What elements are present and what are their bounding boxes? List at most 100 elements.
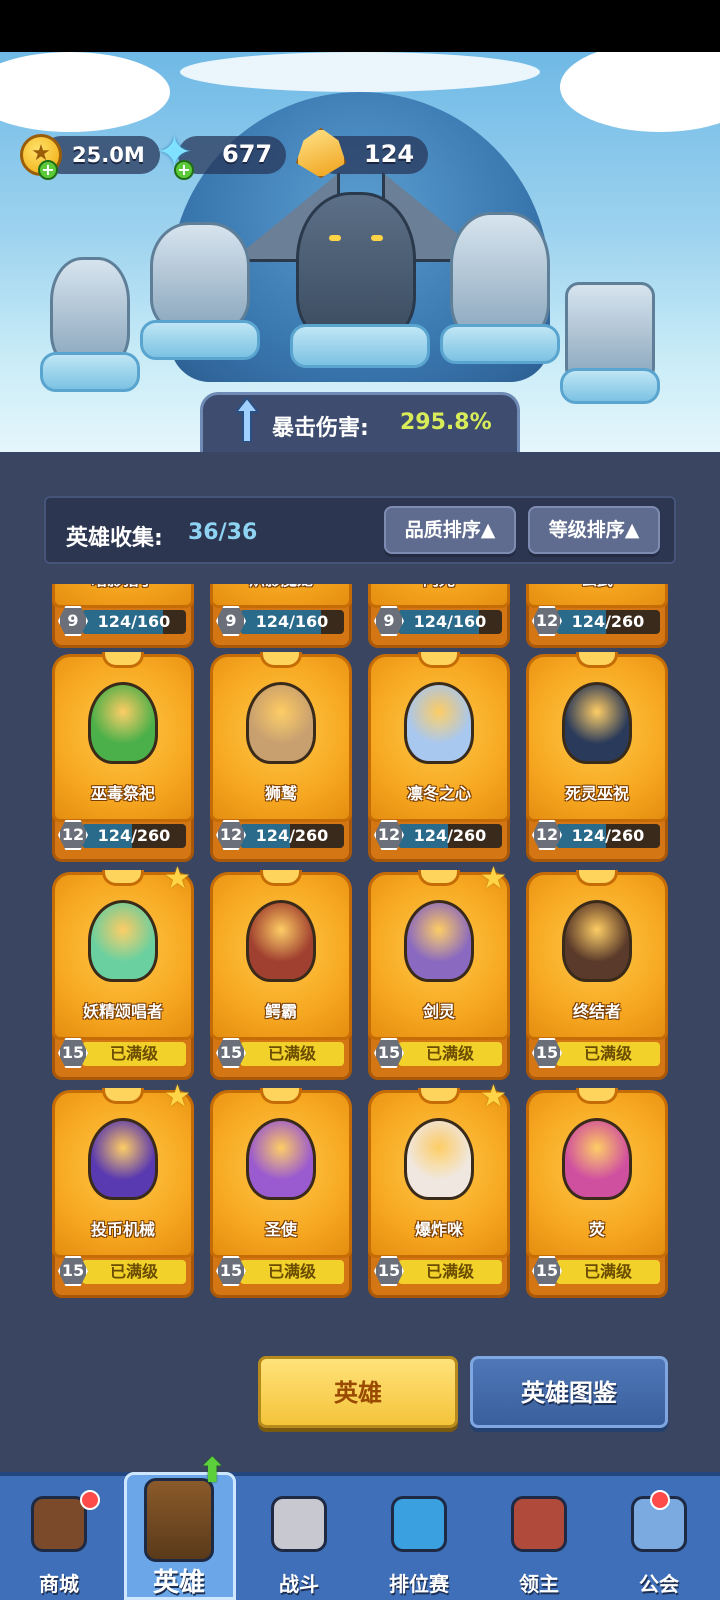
upgrade-progress-bar: 124/160: [398, 610, 502, 634]
hero-name: 炽影魔龙: [210, 584, 352, 590]
card-emblem: [260, 870, 302, 886]
hero-portrait-icon: [562, 900, 632, 982]
hero-portrait-icon: [246, 1118, 316, 1200]
progress-text: 124/160: [97, 612, 171, 631]
progress-text: 124/260: [571, 612, 645, 631]
progress-text: 124/160: [255, 612, 329, 631]
crit-damage-label: 暴击伤害:: [272, 416, 369, 441]
collection-count: 36/36: [188, 520, 258, 545]
card-emblem: [576, 1088, 618, 1104]
max-level-badge: 已满级: [556, 1042, 660, 1066]
progress-text: 124/260: [97, 826, 171, 845]
nav-label: 战斗: [279, 1572, 319, 1596]
progress-text: 124/260: [571, 826, 645, 845]
upgrade-progress-bar: 124/260: [556, 610, 660, 634]
tab-heroes[interactable]: 英雄: [258, 1356, 458, 1428]
gem-amount: 124: [364, 140, 415, 168]
hero-name: 凛冬之心: [406, 784, 471, 803]
nav-label: 英雄: [152, 1568, 205, 1598]
progress-text: 124/160: [413, 612, 487, 631]
hero-name: 鳄霸: [264, 1002, 297, 1021]
progress-text: 124/260: [413, 826, 487, 845]
hero-card[interactable]: 爆炸咪 已满级 15 ★: [368, 1082, 510, 1298]
notification-dot: [650, 1490, 670, 1510]
card-emblem: [418, 1088, 460, 1104]
hero-card[interactable]: 凛冬之心 124/260 12: [368, 652, 510, 862]
card-emblem: [260, 1088, 302, 1104]
notification-dot: [80, 1490, 100, 1510]
hero-portrait-icon: [246, 682, 316, 764]
warrior-statue: [450, 212, 550, 342]
nav-item[interactable]: 战斗: [244, 1480, 354, 1600]
card-emblem: [418, 652, 460, 668]
hero-portrait-icon: [88, 900, 158, 982]
card-emblem: [576, 652, 618, 668]
crystal-amount: 677: [222, 140, 273, 168]
hero-portrait-icon: [88, 682, 158, 764]
nav-label: 排位赛: [389, 1572, 449, 1596]
card-emblem: [102, 652, 144, 668]
add-gold-button[interactable]: +: [38, 160, 58, 180]
hero-card[interactable]: 妖精颂唱者 已满级 15 ★: [52, 864, 194, 1080]
hero-name: 狮鹫: [264, 784, 297, 803]
hero-card[interactable]: 鳄霸 已满级 15: [210, 870, 352, 1080]
card-emblem: [418, 870, 460, 886]
hero-card[interactable]: 暗影猎手 124/160 9: [52, 584, 194, 648]
nav-item[interactable]: 英雄: [124, 1478, 234, 1600]
max-level-badge: 已满级: [82, 1042, 186, 1066]
hero-name: 荧: [588, 1220, 605, 1239]
max-level-badge: 已满级: [398, 1042, 502, 1066]
star-icon: ★: [480, 861, 507, 896]
nav-label: 商城: [39, 1572, 79, 1596]
hero-portrait-icon: [562, 1118, 632, 1200]
star-icon: ★: [164, 861, 191, 896]
nav-label: 公会: [639, 1572, 679, 1596]
hero-card[interactable]: 玄武 124/260 12: [526, 584, 668, 648]
hero-card[interactable]: 剑灵 已满级 15 ★: [368, 864, 510, 1080]
hero-card[interactable]: 投币机械 已满级 15 ★: [52, 1082, 194, 1298]
hero-name: 爆炸咪: [414, 1220, 463, 1239]
upgrade-progress-bar: 124/260: [240, 824, 344, 848]
nav-item[interactable]: 排位赛: [364, 1480, 474, 1600]
hero-card[interactable]: 巫毒祭祀 124/260 12: [52, 652, 194, 862]
hero-card[interactable]: 荧 已满级 15: [526, 1088, 668, 1298]
nav-item[interactable]: 领主: [484, 1480, 594, 1600]
hero-name: 闪光: [368, 584, 510, 590]
hero-name: 巫毒祭祀: [90, 784, 155, 803]
battle-swords-icon: [271, 1496, 327, 1552]
sort-by-level-button[interactable]: 等级排序▲: [528, 506, 660, 554]
hero-name: 终结者: [572, 1002, 621, 1021]
max-level-badge: 已满级: [240, 1042, 344, 1066]
hero-card[interactable]: 死灵巫祝 124/260 12: [526, 652, 668, 862]
hero-card[interactable]: 闪光 124/160 9: [368, 584, 510, 648]
card-emblem: [260, 652, 302, 668]
max-level-badge: 已满级: [82, 1260, 186, 1284]
collection-label: 英雄收集:: [66, 526, 163, 551]
arrow-up-icon: [236, 398, 258, 442]
nav-label: 领主: [519, 1572, 559, 1596]
hero-portrait-icon: [246, 900, 316, 982]
star-icon: ★: [480, 1079, 507, 1114]
tab-hero-codex[interactable]: 英雄图鉴: [470, 1356, 668, 1428]
hero-card[interactable]: 圣使 已满级 15: [210, 1088, 352, 1298]
gold-amount: 25.0M: [72, 143, 145, 167]
hero-card[interactable]: 狮鹫 124/260 12: [210, 652, 352, 862]
hero-card[interactable]: 终结者 已满级 15: [526, 870, 668, 1080]
upgrade-progress-bar: 124/260: [398, 824, 502, 848]
shop-chest-icon: [31, 1496, 87, 1552]
hero-portrait-icon: [404, 1118, 474, 1200]
ranked-shield-icon: [391, 1496, 447, 1552]
add-crystal-button[interactable]: +: [174, 160, 194, 180]
status-bar: [0, 0, 720, 52]
hero-name: 妖精颂唱者: [82, 1002, 163, 1021]
hero-name: 投币机械: [90, 1220, 155, 1239]
card-emblem: [102, 1088, 144, 1104]
hero-name: 玄武: [526, 584, 668, 590]
max-level-badge: 已满级: [556, 1260, 660, 1284]
hero-grid[interactable]: 暗影猎手 124/160 9 炽影魔龙 124/160 9 闪光: [0, 584, 720, 1314]
crit-damage-value: 295.8%: [400, 410, 492, 435]
hero-card[interactable]: 炽影魔龙 124/160 9: [210, 584, 352, 648]
hero-portrait-icon: [562, 682, 632, 764]
sort-by-quality-button[interactable]: 品质排序▲: [384, 506, 516, 554]
star-icon: ★: [164, 1079, 191, 1114]
